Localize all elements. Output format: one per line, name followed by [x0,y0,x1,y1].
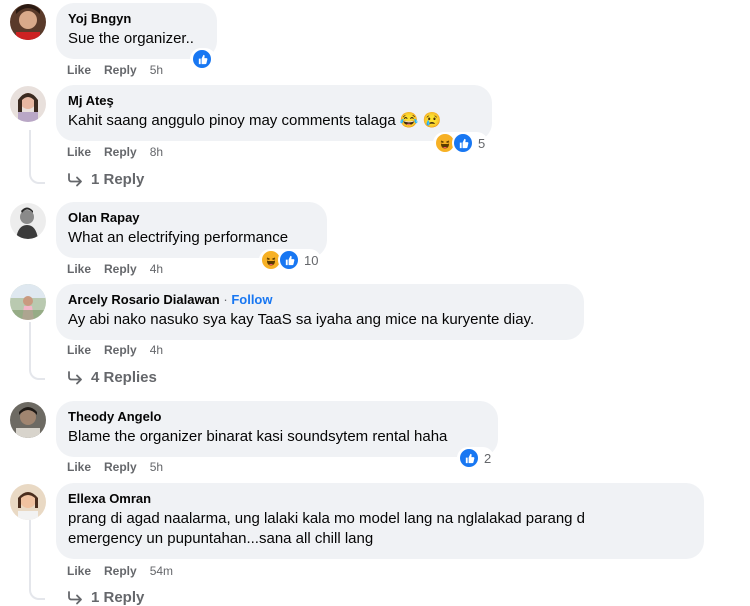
comment-author-line: Arcely Rosario Dialawan · Follow [68,292,572,308]
avatar[interactable] [10,402,46,438]
view-replies-button[interactable]: 1 Reply [67,589,144,606]
comment-text: Ay abi nako nasuko sya kay TaaS sa iyaha… [68,311,535,328]
comment-actions: Like Reply 54m [67,563,186,579]
replies-label: 4 Replies [91,369,157,386]
comment-bubble: Mj Ateş Kahit saang anggulo pinoy may co… [56,85,492,141]
timestamp[interactable]: 4h [150,261,163,277]
reaction-summary[interactable]: 10 [259,249,322,271]
reaction-count: 2 [484,450,492,466]
reply-arrow-icon [68,590,82,604]
timestamp[interactable]: 4h [150,342,163,358]
thread-line [29,520,45,600]
comment-author[interactable]: Olan Rapay [68,210,315,226]
reply-button[interactable]: Reply [104,342,137,358]
like-button[interactable]: Like [67,62,91,78]
follow-button[interactable]: Follow [231,292,272,307]
timestamp[interactable]: 54m [150,563,173,579]
like-reaction-icon [452,132,474,154]
reply-button[interactable]: Reply [104,459,137,475]
like-button[interactable]: Like [67,342,91,358]
reaction-count: 5 [478,135,486,151]
timestamp[interactable]: 8h [150,144,163,160]
reply-button[interactable]: Reply [104,563,137,579]
replies-label: 1 Reply [91,589,145,606]
avatar[interactable] [10,203,46,239]
like-reaction-icon [278,249,300,271]
comment-author[interactable]: Theody Angelo [68,409,486,425]
comment-actions: Like Reply 8h [67,144,176,160]
thread-line [29,130,45,184]
like-button[interactable]: Like [67,563,91,579]
like-reaction-icon [458,447,480,469]
reply-arrow-icon [68,172,82,186]
timestamp[interactable]: 5h [150,459,163,475]
comment-text: Kahit saang anggulo pinoy may comments t… [68,112,442,129]
reply-button[interactable]: Reply [104,144,137,160]
comment-actions: Like Reply 4h [67,342,176,358]
like-button[interactable]: Like [67,144,91,160]
timestamp[interactable]: 5h [150,62,163,78]
reply-button[interactable]: Reply [104,62,137,78]
comment-text-line: prang di agad naalarma, ung lalaki kala … [68,510,586,527]
comment-actions: Like Reply 4h [67,261,176,277]
comment-bubble: Theody Angelo Blame the organizer binara… [56,401,498,457]
avatar[interactable] [10,86,46,122]
comment-actions: Like Reply 5h [67,62,176,78]
avatar[interactable] [10,4,46,40]
reply-arrow-icon [68,370,82,384]
comment-text: Sue the organizer.. [68,30,194,47]
comment-actions: Like Reply 5h [67,459,176,475]
view-replies-button[interactable]: 4 Replies [67,369,157,386]
reaction-summary[interactable] [190,48,216,70]
like-button[interactable]: Like [67,459,91,475]
like-reaction-icon [191,48,213,70]
avatar[interactable] [10,484,46,520]
comment-author[interactable]: Ellexa Omran [68,491,692,507]
comment-text: Blame the organizer binarat kasi soundsy… [68,428,448,445]
separator-dot: · [223,292,228,307]
replies-label: 1 Reply [91,171,145,188]
reaction-summary[interactable]: 2 [457,447,495,469]
comment-text-line: emergency un pupuntahan...sana all chill… [68,530,374,547]
comment-author[interactable]: Arcely Rosario Dialawan [68,292,220,307]
reaction-count: 10 [304,252,319,268]
comment-bubble: Arcely Rosario Dialawan · Follow Ay abi … [56,284,584,340]
comment-text: What an electrifying performance [68,229,289,246]
view-replies-button[interactable]: 1 Reply [67,171,144,188]
like-button[interactable]: Like [67,261,91,277]
avatar[interactable] [10,284,46,320]
comment-author[interactable]: Mj Ateş [68,93,480,109]
reply-button[interactable]: Reply [104,261,137,277]
comment-author[interactable]: Yoj Bngyn [68,11,205,27]
comment-bubble: Ellexa Omran prang di agad naalarma, ung… [56,483,704,559]
reaction-summary[interactable]: 5 [433,132,489,154]
thread-line [29,322,45,380]
